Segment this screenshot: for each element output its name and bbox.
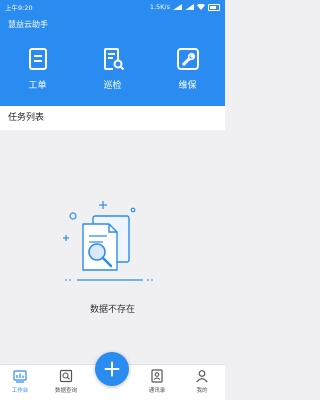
inspection-icon (103, 48, 124, 71)
signal-icon-2 (185, 4, 194, 10)
tab-profile[interactable]: 我的 (182, 369, 222, 399)
workbench-icon (13, 370, 27, 383)
quick-action-label: 工单 (28, 81, 47, 91)
tab-label: 工作台 (11, 388, 29, 394)
app-title: 慧益云助手 (8, 20, 48, 29)
quick-action-label: 维保 (178, 81, 197, 91)
quick-action-inspection[interactable]: 巡检 (75, 46, 150, 102)
quick-action-maintenance[interactable]: 维保 (150, 46, 225, 102)
empty-state-text: 数据不存在 (89, 305, 135, 315)
plus-icon (104, 361, 120, 377)
add-button[interactable] (95, 352, 129, 386)
tab-data-query[interactable]: 数据查询 (46, 369, 86, 399)
status-bar: 上午9:20 1.5K/s (0, 0, 225, 14)
tab-label: 通讯录 (148, 388, 166, 394)
profile-icon (196, 370, 208, 383)
tab-contacts[interactable]: 通讯录 (137, 369, 177, 399)
empty-state-icon (63, 201, 155, 281)
data-query-icon (59, 369, 73, 383)
signal-icon (173, 4, 182, 10)
tab-workbench[interactable]: 工作台 (0, 369, 40, 399)
maintenance-icon (176, 48, 199, 70)
task-list-title: 任务列表 (0, 106, 225, 130)
quick-action-work-order[interactable]: 工单 (0, 46, 75, 102)
battery-icon (208, 3, 220, 11)
wifi-icon (197, 4, 205, 10)
status-icons: 1.5K/s (150, 3, 220, 11)
network-speed: 1.5K/s (149, 3, 170, 11)
tab-label: 数据查询 (54, 388, 77, 394)
quick-action-label: 巡检 (103, 81, 122, 91)
work-order-icon (28, 48, 47, 70)
contacts-icon (151, 369, 163, 383)
status-time: 上午9:20 (5, 4, 33, 12)
tab-label: 我的 (196, 388, 208, 394)
app-header: 慧益云助手 工单 巡检 维保 (0, 14, 225, 106)
